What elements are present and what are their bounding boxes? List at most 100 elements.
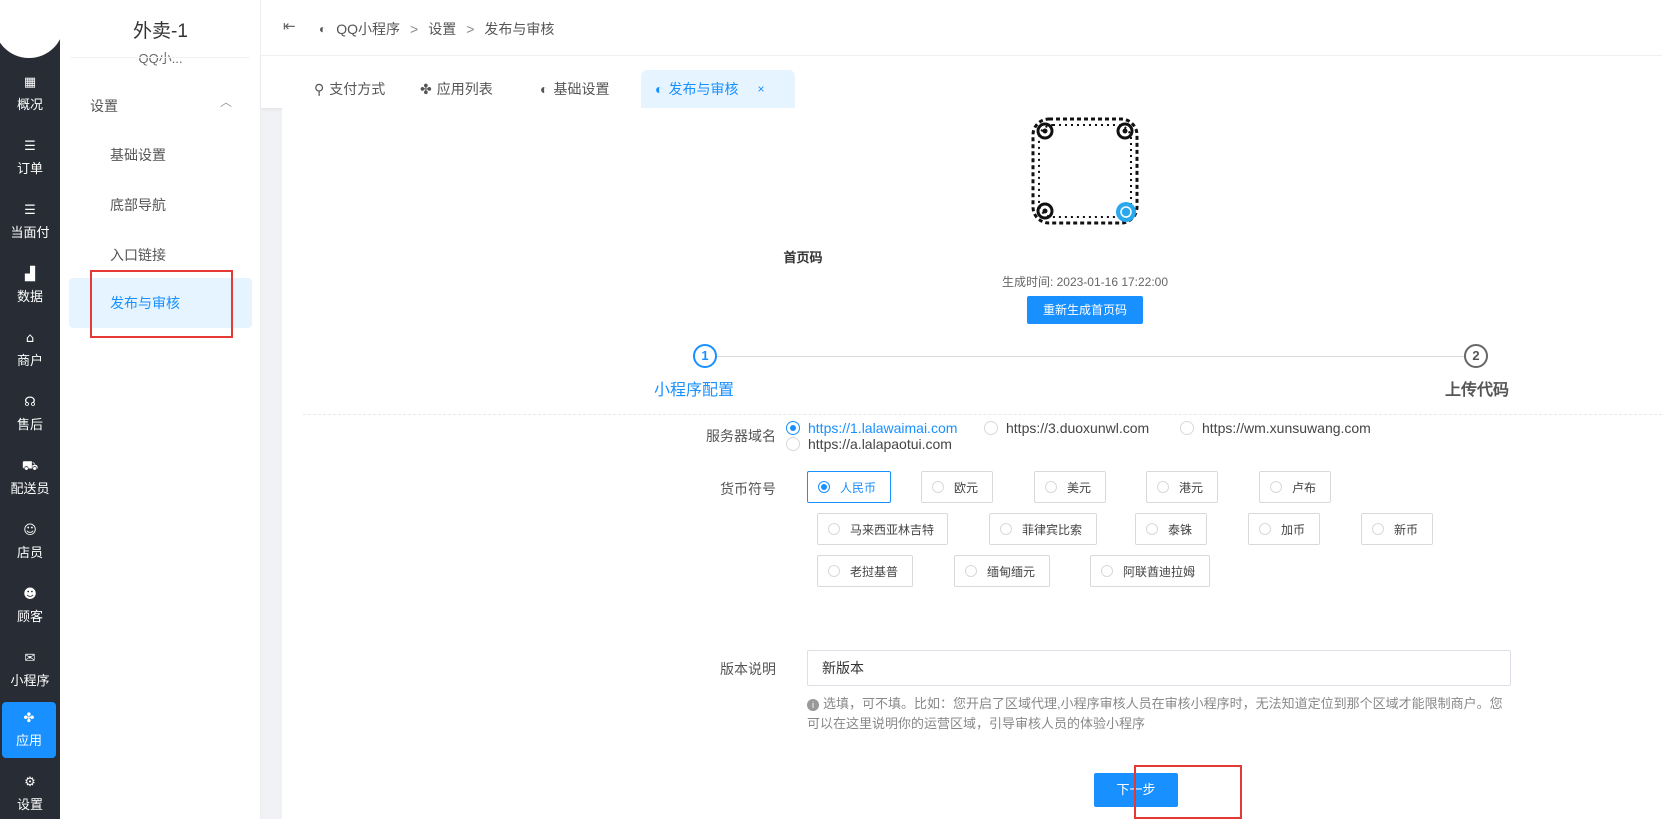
breadcrumb-item: 发布与审核 bbox=[484, 21, 555, 37]
breadcrumb-item[interactable]: QQ小程序 bbox=[336, 19, 400, 39]
radio-icon bbox=[1146, 523, 1158, 535]
breadcrumb: ◐ QQ小程序 > 设置 > 发布与审核 bbox=[319, 19, 554, 39]
main-content: 首页码 生成时间: 2023-01-16 17:22:00 重新生成首页码 1 … bbox=[282, 108, 1662, 819]
nav-item-customer[interactable]: ☻ 顾客 bbox=[0, 578, 60, 634]
chip-label: 泰铢 bbox=[1168, 522, 1193, 537]
server-domain-label: 服务器域名 bbox=[706, 428, 776, 444]
close-icon[interactable]: × bbox=[757, 70, 764, 108]
chevron-up-icon[interactable]: ︿ bbox=[220, 93, 232, 110]
currency-option-rub[interactable]: 卢布 bbox=[1259, 471, 1331, 503]
currency-option-myr[interactable]: 马来西亚林吉特 bbox=[817, 513, 948, 545]
nav-item-overview[interactable]: ▦ 概况 bbox=[0, 66, 60, 122]
tab-basic-settings[interactable]: ◐ 基础设置 bbox=[526, 70, 623, 108]
currency-option-mmk[interactable]: 缅甸缅元 bbox=[954, 555, 1050, 587]
regenerate-qr-button[interactable]: 重新生成首页码 bbox=[1027, 296, 1143, 324]
chip-label: 老挝基普 bbox=[850, 564, 899, 579]
nav-item-orders[interactable]: ☰ 订单 bbox=[0, 130, 60, 186]
bar-chart-icon: ▟ bbox=[25, 266, 35, 282]
users-icon: ☺ bbox=[23, 522, 37, 538]
nav-label: 当面付 bbox=[10, 224, 50, 240]
nav-item-face-pay[interactable]: ☰ 当面付 bbox=[0, 194, 60, 250]
highlight-box bbox=[1134, 765, 1242, 819]
nav-item-clerk[interactable]: ☺ 店员 bbox=[0, 514, 60, 570]
nav-label: 应用 bbox=[15, 732, 42, 748]
currency-option-usd[interactable]: 美元 bbox=[1034, 471, 1106, 503]
currency-option-cad[interactable]: 加币 bbox=[1248, 513, 1320, 545]
radio-icon bbox=[1157, 481, 1169, 493]
radio-selected-icon bbox=[786, 421, 800, 435]
sidebar-item-basic-settings[interactable]: 基础设置 bbox=[110, 145, 166, 165]
nav-label: 设置 bbox=[16, 796, 43, 812]
radio-icon bbox=[1259, 523, 1271, 535]
nav-item-mini-program[interactable]: ✉ 小程序 bbox=[0, 642, 60, 698]
chip-label: 港元 bbox=[1179, 480, 1204, 495]
breadcrumb-separator: > bbox=[466, 21, 475, 37]
apps-icon: ✤ bbox=[23, 710, 35, 726]
tab-publish-review[interactable]: ◐ 发布与审核 × bbox=[641, 70, 795, 108]
currency-option-hkd[interactable]: 港元 bbox=[1146, 471, 1218, 503]
settings-user-icon: ⚙ bbox=[24, 774, 36, 790]
tab-bar: ⚲ 支付方式 ✤ 应用列表 ◐ 基础设置 ◐ 发布与审核 × bbox=[261, 56, 1662, 108]
tab-app-list[interactable]: ✤ 应用列表 bbox=[406, 70, 507, 108]
radio-icon bbox=[1101, 565, 1113, 577]
tab-payment[interactable]: ⚲ 支付方式 bbox=[300, 70, 399, 108]
nav-item-data[interactable]: ▟ 数据 bbox=[0, 258, 60, 314]
menu-group-settings[interactable]: 设置 bbox=[90, 96, 118, 116]
avatar[interactable] bbox=[0, 0, 64, 58]
version-hint: i 选填，可不填。比如：您开启了区域代理,小程序审核人员在审核小程序时，无法知道定… bbox=[807, 694, 1507, 734]
top-header: ⇤ ◐ QQ小程序 > 设置 > 发布与审核 bbox=[261, 0, 1662, 56]
sidebar-item-bottom-nav[interactable]: 底部导航 bbox=[110, 195, 166, 215]
currency-option-aed[interactable]: 阿联酋迪拉姆 bbox=[1090, 555, 1210, 587]
currency-option-php[interactable]: 菲律宾比索 bbox=[989, 513, 1097, 545]
currency-option-cny[interactable]: 人民币 bbox=[807, 471, 891, 503]
server-option-3[interactable]: https://wm.xunsuwang.com bbox=[1180, 420, 1371, 436]
app-title: 外卖-1 bbox=[133, 21, 188, 42]
currency-option-eur[interactable]: 欧元 bbox=[921, 471, 993, 503]
store-icon: ⌂ bbox=[25, 330, 35, 346]
list-icon: ☰ bbox=[24, 138, 36, 154]
step-1-indicator: 1 bbox=[693, 344, 717, 368]
dashboard-icon: ▦ bbox=[23, 74, 37, 90]
breadcrumb-item[interactable]: 设置 bbox=[428, 19, 456, 39]
chip-label: 阿联酋迪拉姆 bbox=[1123, 564, 1196, 579]
radio-icon bbox=[1372, 523, 1384, 535]
radio-icon bbox=[1180, 421, 1194, 435]
qq-icon: ◐ bbox=[319, 22, 327, 36]
radio-label: https://1.lalawaimai.com bbox=[808, 420, 958, 436]
radio-icon bbox=[828, 565, 840, 577]
currency-option-lak[interactable]: 老挝基普 bbox=[817, 555, 913, 587]
server-option-1[interactable]: https://1.lalawaimai.com bbox=[786, 420, 957, 436]
secondary-sidebar: 外卖-1 QQ小... 设置 ︿ 基础设置 底部导航 入口链接 发布与审核 bbox=[60, 0, 261, 819]
nav-item-settings[interactable]: ⚙ 设置 bbox=[0, 766, 60, 819]
radio-icon bbox=[1270, 481, 1282, 493]
user-circle-icon: ☻ bbox=[23, 586, 37, 602]
nav-item-after-sales[interactable]: ☊ 售后 bbox=[0, 386, 60, 442]
radio-label: https://a.lalapaotui.com bbox=[808, 436, 952, 452]
user-icon: ⚲ bbox=[314, 81, 325, 97]
radio-icon bbox=[1045, 481, 1057, 493]
radio-icon bbox=[786, 437, 800, 451]
version-input[interactable] bbox=[807, 650, 1511, 686]
tab-label: 基础设置 bbox=[553, 81, 610, 97]
nav-label: 配送员 bbox=[10, 480, 50, 496]
nav-label: 概况 bbox=[16, 96, 43, 112]
chip-label: 新币 bbox=[1394, 522, 1419, 537]
chip-label: 菲律宾比索 bbox=[1022, 522, 1083, 537]
divider bbox=[70, 57, 250, 58]
nav-item-merchant[interactable]: ⌂ 商户 bbox=[0, 322, 60, 378]
server-option-4[interactable]: https://a.lalapaotui.com bbox=[786, 436, 952, 452]
currency-option-sgd[interactable]: 新币 bbox=[1361, 513, 1433, 545]
apps-icon: ✤ bbox=[420, 81, 432, 97]
collapse-menu-icon[interactable]: ⇤ bbox=[283, 17, 296, 35]
nav-label: 店员 bbox=[16, 544, 43, 560]
nav-item-courier[interactable]: ⛟ 配送员 bbox=[0, 450, 60, 506]
currency-option-thb[interactable]: 泰铢 bbox=[1135, 513, 1207, 545]
chip-label: 美元 bbox=[1067, 480, 1092, 495]
nav-item-apps[interactable]: ✤ 应用 bbox=[2, 702, 56, 758]
server-option-2[interactable]: https://3.duoxunwl.com bbox=[984, 420, 1149, 436]
wechat-icon: ✉ bbox=[24, 650, 36, 666]
divider bbox=[303, 414, 1662, 415]
step-2-indicator: 2 bbox=[1464, 344, 1488, 368]
chip-label: 卢布 bbox=[1292, 480, 1317, 495]
tab-label: 应用列表 bbox=[436, 81, 493, 97]
